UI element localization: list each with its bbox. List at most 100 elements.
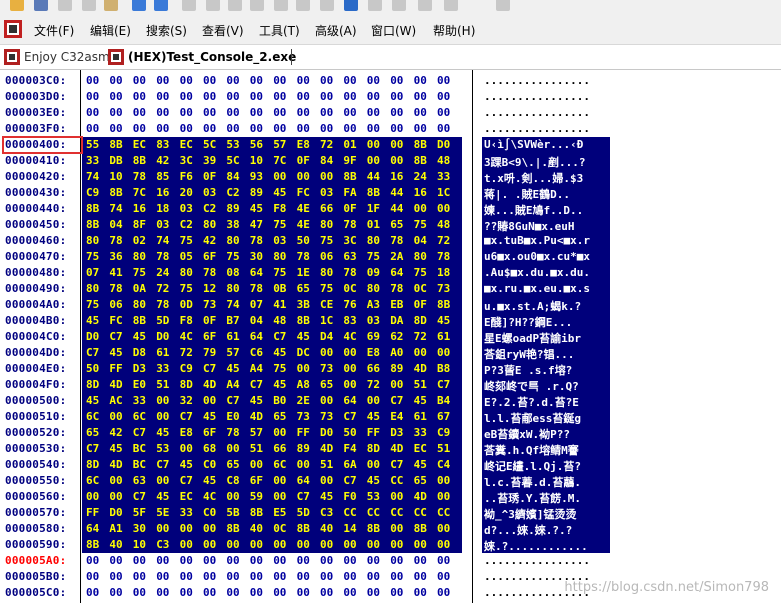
hex-byte[interactable]: 00: [390, 586, 403, 599]
hex-row[interactable]: 00000510: 6C 00 6C 00 C7 45 E0 4D 65 73 73 C7 45 E4 61 6…: [0, 409, 781, 425]
hex-byte[interactable]: 1E: [297, 266, 310, 279]
hex-byte[interactable]: 80: [86, 234, 99, 247]
hex-byte[interactable]: 4D: [390, 442, 403, 455]
hex-byte[interactable]: 00: [297, 90, 310, 103]
hex-row[interactable]: 000004C0: D0 C7 45 D0 4C 6F 61 64 C7 45 D4 4C 69 62 72 6…: [0, 329, 781, 345]
hex-byte[interactable]: C7: [156, 458, 169, 471]
hex-byte[interactable]: E5: [273, 506, 286, 519]
hex-byte[interactable]: 0F: [343, 202, 356, 215]
hex-byte[interactable]: 24: [156, 266, 169, 279]
hex-byte[interactable]: B7: [226, 314, 239, 327]
hex-byte[interactable]: 66: [273, 442, 286, 455]
ascii-text[interactable]: ................: [484, 106, 610, 119]
hex-byte[interactable]: C7: [343, 410, 356, 423]
hex-byte[interactable]: 45: [367, 474, 380, 487]
hex-byte[interactable]: 4D: [203, 378, 216, 391]
hex-byte[interactable]: 00: [273, 90, 286, 103]
hex-byte[interactable]: 78: [203, 266, 216, 279]
hex-byte[interactable]: 8B: [437, 298, 450, 311]
hex-byte[interactable]: 50: [297, 234, 310, 247]
hex-byte[interactable]: 00: [180, 106, 193, 119]
hex-byte[interactable]: FC: [297, 186, 310, 199]
hex-byte[interactable]: D0: [320, 426, 333, 439]
hex-byte[interactable]: C7: [390, 394, 403, 407]
hex-byte[interactable]: 65: [390, 218, 403, 231]
hex-byte[interactable]: 00: [133, 586, 146, 599]
hex-byte[interactable]: 64: [297, 474, 310, 487]
window-icon[interactable]: [368, 0, 382, 11]
hex-byte[interactable]: 75: [414, 218, 427, 231]
hex-byte[interactable]: C9: [180, 362, 193, 375]
hex-byte[interactable]: 06: [109, 298, 122, 311]
hex-byte[interactable]: C7: [273, 330, 286, 343]
hex-byte[interactable]: 00: [180, 554, 193, 567]
hex-byte[interactable]: C3: [156, 538, 169, 551]
hex-byte[interactable]: 45: [250, 394, 263, 407]
hex-byte[interactable]: 45: [203, 474, 216, 487]
menu-file[interactable]: 文件(F): [34, 22, 74, 39]
hex-byte[interactable]: 00: [133, 570, 146, 583]
hex-byte[interactable]: 8B: [86, 202, 99, 215]
hex-byte[interactable]: 00: [320, 122, 333, 135]
hex-row[interactable]: 00000530: C7 45 BC 53 00 68 00 51 66 89 4D F4 8D 4D EC 5…: [0, 441, 781, 457]
hex-byte[interactable]: 5C: [226, 154, 239, 167]
hex-byte[interactable]: 00: [437, 122, 450, 135]
hex-byte[interactable]: 00: [156, 554, 169, 567]
hex-byte[interactable]: 45: [133, 330, 146, 343]
hex-byte[interactable]: 00: [320, 106, 333, 119]
hex-byte[interactable]: F8: [180, 314, 193, 327]
hex-byte[interactable]: F0: [343, 490, 356, 503]
hex-byte[interactable]: 89: [390, 362, 403, 375]
hex-byte[interactable]: 00: [109, 554, 122, 567]
hex-byte[interactable]: FF: [86, 506, 99, 519]
hex-byte[interactable]: 00: [390, 554, 403, 567]
hex-byte[interactable]: 8B: [367, 522, 380, 535]
hex-byte[interactable]: 00: [297, 74, 310, 87]
hex-byte[interactable]: 89: [297, 442, 310, 455]
hex-byte[interactable]: 78: [156, 250, 169, 263]
hex-byte[interactable]: CC: [367, 506, 380, 519]
ascii-text[interactable]: ................: [484, 90, 610, 103]
hex-byte[interactable]: 33: [414, 426, 427, 439]
hex-byte[interactable]: 93: [250, 170, 263, 183]
ascii-text[interactable]: 荅糞.h.Qf塎鲭M謇: [484, 442, 610, 458]
hex-byte[interactable]: 00: [437, 522, 450, 535]
hex-byte[interactable]: 00: [343, 362, 356, 375]
cut-icon[interactable]: [58, 0, 72, 11]
hex-byte[interactable]: 42: [156, 154, 169, 167]
hex-byte[interactable]: 80: [180, 266, 193, 279]
hex-byte[interactable]: EB: [390, 298, 403, 311]
hex-byte[interactable]: 00: [390, 90, 403, 103]
ascii-text[interactable]: 婡.?............: [484, 538, 610, 554]
replace-icon[interactable]: [250, 0, 264, 11]
hex-byte[interactable]: 00: [367, 458, 380, 471]
hex-byte[interactable]: 00: [437, 202, 450, 215]
hex-byte[interactable]: 75: [86, 298, 99, 311]
hex-byte[interactable]: 00: [226, 538, 239, 551]
ascii-text[interactable]: 峂记E繣.l.Qj.苔?: [484, 458, 610, 474]
hex-byte[interactable]: 00: [390, 74, 403, 87]
hex-byte[interactable]: 0D: [180, 298, 193, 311]
hex-byte[interactable]: 65: [273, 410, 286, 423]
hex-byte[interactable]: 00: [320, 394, 333, 407]
hex-byte[interactable]: EC: [180, 138, 193, 151]
hex-byte[interactable]: 00: [320, 170, 333, 183]
hex-byte[interactable]: 24: [414, 170, 427, 183]
hex-byte[interactable]: 78: [109, 234, 122, 247]
hex-byte[interactable]: 00: [250, 538, 263, 551]
hex-byte[interactable]: 4D: [320, 442, 333, 455]
hex-byte[interactable]: 00: [109, 90, 122, 103]
hex-editor-view[interactable]: 000003C0: 00 00 00 00 00 00 00 00 00 00 00 00 00 00 00 0…: [0, 70, 781, 603]
step-icon[interactable]: [182, 0, 196, 11]
hex-byte[interactable]: 00: [414, 570, 427, 583]
hex-byte[interactable]: D8: [133, 346, 146, 359]
hex-byte[interactable]: 00: [109, 586, 122, 599]
hex-byte[interactable]: 03: [320, 186, 333, 199]
hex-byte[interactable]: 00: [367, 138, 380, 151]
hex-byte[interactable]: 00: [414, 554, 427, 567]
hex-byte[interactable]: 57: [226, 346, 239, 359]
hex-byte[interactable]: 16: [390, 170, 403, 183]
hex-byte[interactable]: 30: [250, 250, 263, 263]
hex-byte[interactable]: 4E: [297, 202, 310, 215]
hex-row[interactable]: 00000440: 8B 74 16 18 03 C2 89 45 F8 4E 66 0F 1F 44 00 0…: [0, 201, 781, 217]
